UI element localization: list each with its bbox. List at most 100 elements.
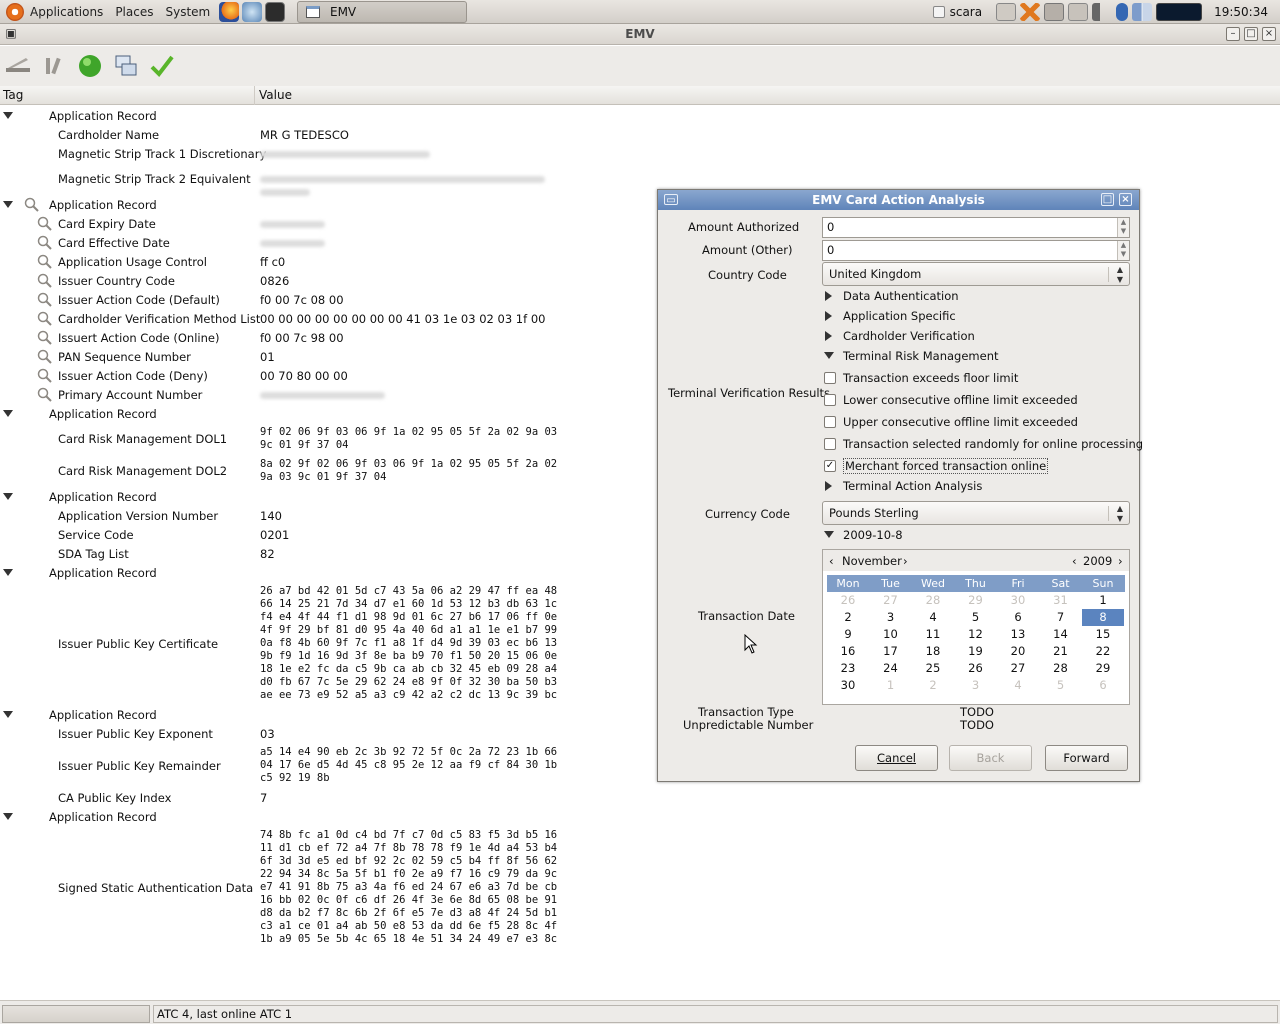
spin-arrows-icon[interactable]: ▲ ▼ (1117, 218, 1129, 237)
calendar-day[interactable]: 19 (955, 643, 997, 660)
calendar-day[interactable]: 31 (1040, 592, 1082, 609)
prev-year-icon[interactable]: ‹ (1072, 554, 1077, 568)
tree-tag-name[interactable]: Issuer Public Key Certificate (58, 637, 218, 651)
checkbox-box[interactable] (824, 394, 836, 406)
calendar-day[interactable]: 7 (1040, 609, 1082, 626)
country-code-select[interactable]: United Kingdom ▲ ▼ (822, 262, 1130, 286)
dialog-maximize-icon[interactable]: □ (1101, 193, 1114, 206)
bluetooth-icon[interactable] (1116, 3, 1129, 21)
calendar-day[interactable]: 28 (1040, 660, 1082, 677)
calendar-day[interactable]: 16 (827, 643, 869, 660)
terminal-icon[interactable] (265, 1, 286, 22)
forward-button[interactable]: Forward (1045, 745, 1128, 771)
tree-tag-name[interactable]: Issuer Action Code (Default) (58, 293, 220, 307)
tree-tag-name[interactable]: Application Usage Control (58, 255, 207, 269)
tree-group-label[interactable]: Application Record (49, 708, 157, 722)
apply-check-icon[interactable] (144, 48, 180, 84)
calendar-day[interactable]: 28 (912, 592, 954, 609)
calendar-day[interactable]: 3 (955, 677, 997, 694)
calendar-day[interactable]: 17 (870, 643, 912, 660)
tree-tag-name[interactable]: Card Expiry Date (58, 217, 156, 231)
calendar-day[interactable]: 29 (1082, 660, 1124, 677)
calendar-day[interactable]: 6 (997, 609, 1039, 626)
calendar-day[interactable]: 27 (997, 660, 1039, 677)
tree-group-label[interactable]: Application Record (49, 566, 157, 580)
prev-month-icon[interactable]: ‹ (829, 554, 834, 568)
back-button[interactable]: Back (949, 745, 1032, 771)
tools-icon[interactable] (1020, 3, 1041, 21)
minimize-icon[interactable]: – (1226, 27, 1240, 41)
tree-group-label[interactable]: Application Record (49, 490, 157, 504)
tree-tag-name[interactable]: Cardholder Verification Method List (58, 312, 260, 326)
calendar-day[interactable]: 22 (1082, 643, 1124, 660)
connect-icon[interactable] (36, 48, 72, 84)
firefox-icon[interactable] (219, 1, 240, 22)
printer-icon[interactable] (1044, 3, 1065, 21)
tree-tag-name[interactable]: Issuer Public Key Remainder (58, 759, 221, 773)
card-reader-icon[interactable] (0, 48, 36, 84)
tree-tag-name[interactable]: Card Effective Date (58, 236, 170, 250)
tree-tag-name[interactable]: Application Version Number (58, 509, 218, 523)
column-tag[interactable]: Tag (3, 88, 23, 102)
network-computers-icon[interactable] (108, 48, 144, 84)
calendar-day[interactable]: 23 (827, 660, 869, 677)
tree-tag-name[interactable]: CA Public Key Index (58, 791, 171, 805)
collapse-arrow-icon[interactable] (3, 813, 13, 820)
menu-applications[interactable]: Applications (24, 0, 109, 24)
calendar-day[interactable]: 30 (827, 677, 869, 694)
calendar-day[interactable]: 24 (870, 660, 912, 677)
tree-tag-name[interactable]: Primary Account Number (58, 388, 202, 402)
collapse-arrow-icon[interactable] (3, 711, 13, 718)
calendar-day[interactable]: 26 (955, 660, 997, 677)
clock[interactable]: 19:50:34 (1214, 5, 1268, 19)
dialog-titlebar[interactable]: ▭ EMV Card Action Analysis □ × (658, 190, 1139, 210)
window-titlebar[interactable]: ▣ EMV – □ × (0, 24, 1280, 45)
tree-tag-name[interactable]: Service Code (58, 528, 134, 542)
tree-tag-name[interactable]: Issuer Action Code (Deny) (58, 369, 208, 383)
dialog-menu-icon[interactable]: ▭ (664, 194, 678, 206)
calendar-day[interactable]: 4 (912, 609, 954, 626)
next-month-icon[interactable]: › (903, 554, 908, 568)
collapse-arrow-icon[interactable] (3, 410, 13, 417)
calendar[interactable]: ‹ November › ‹ 2009 › Mon Tue Wed Thu Fri Sat… (822, 549, 1130, 705)
calendar-day[interactable]: 27 (870, 592, 912, 609)
collapse-arrow-icon[interactable] (3, 493, 13, 500)
calendar-day[interactable]: 29 (955, 592, 997, 609)
calendar-day[interactable]: 8 (1082, 609, 1124, 626)
tree-tag-name[interactable]: SDA Tag List (58, 547, 129, 561)
checkbox-box[interactable] (824, 372, 836, 384)
volume-icon[interactable] (1092, 3, 1113, 21)
network-browser-icon[interactable] (242, 1, 263, 22)
currency-code-select[interactable]: Pounds Sterling ▲ ▼ (822, 501, 1130, 525)
taskbar-button-emv[interactable]: EMV (297, 1, 467, 23)
tree-group-label[interactable]: Application Record (49, 407, 157, 421)
workspace-switcher-icon[interactable] (1132, 3, 1153, 21)
checkmark-icon[interactable]: ✓ (824, 460, 836, 472)
calendar-day[interactable]: 25 (912, 660, 954, 677)
calendar-day[interactable]: 10 (870, 626, 912, 643)
calendar-day[interactable]: 5 (955, 609, 997, 626)
tree-group-label[interactable]: Application Record (49, 810, 157, 824)
tree-group-label[interactable]: Application Record (49, 109, 157, 123)
amount-other-input[interactable]: 0 ▲ ▼ (822, 240, 1130, 261)
tree-tag-name[interactable]: Signed Static Authentication Data (58, 881, 253, 895)
calendar-day[interactable]: 30 (997, 592, 1039, 609)
spin-arrows-icon[interactable]: ▲ ▼ (1117, 241, 1129, 260)
collapse-arrow-icon[interactable] (3, 112, 13, 119)
cancel-button[interactable]: Cancel (855, 745, 938, 771)
maximize-icon[interactable]: □ (1244, 27, 1258, 41)
disk-icon[interactable] (996, 3, 1017, 21)
calendar-day[interactable]: 9 (827, 626, 869, 643)
calendar-day[interactable]: 5 (1040, 677, 1082, 694)
next-year-icon[interactable]: › (1118, 554, 1123, 568)
calendar-day[interactable]: 4 (997, 677, 1039, 694)
close-icon[interactable]: × (1262, 27, 1276, 41)
calendar-day[interactable]: 1 (870, 677, 912, 694)
calendar-day[interactable]: 15 (1082, 626, 1124, 643)
tree-tag-name[interactable]: Card Risk Management DOL2 (58, 464, 227, 478)
tree-tag-name[interactable]: PAN Sequence Number (58, 350, 191, 364)
calendar-day[interactable]: 20 (997, 643, 1039, 660)
calendar-day[interactable]: 2 (827, 609, 869, 626)
calendar-day[interactable]: 12 (955, 626, 997, 643)
ubuntu-logo-icon[interactable] (6, 2, 24, 21)
